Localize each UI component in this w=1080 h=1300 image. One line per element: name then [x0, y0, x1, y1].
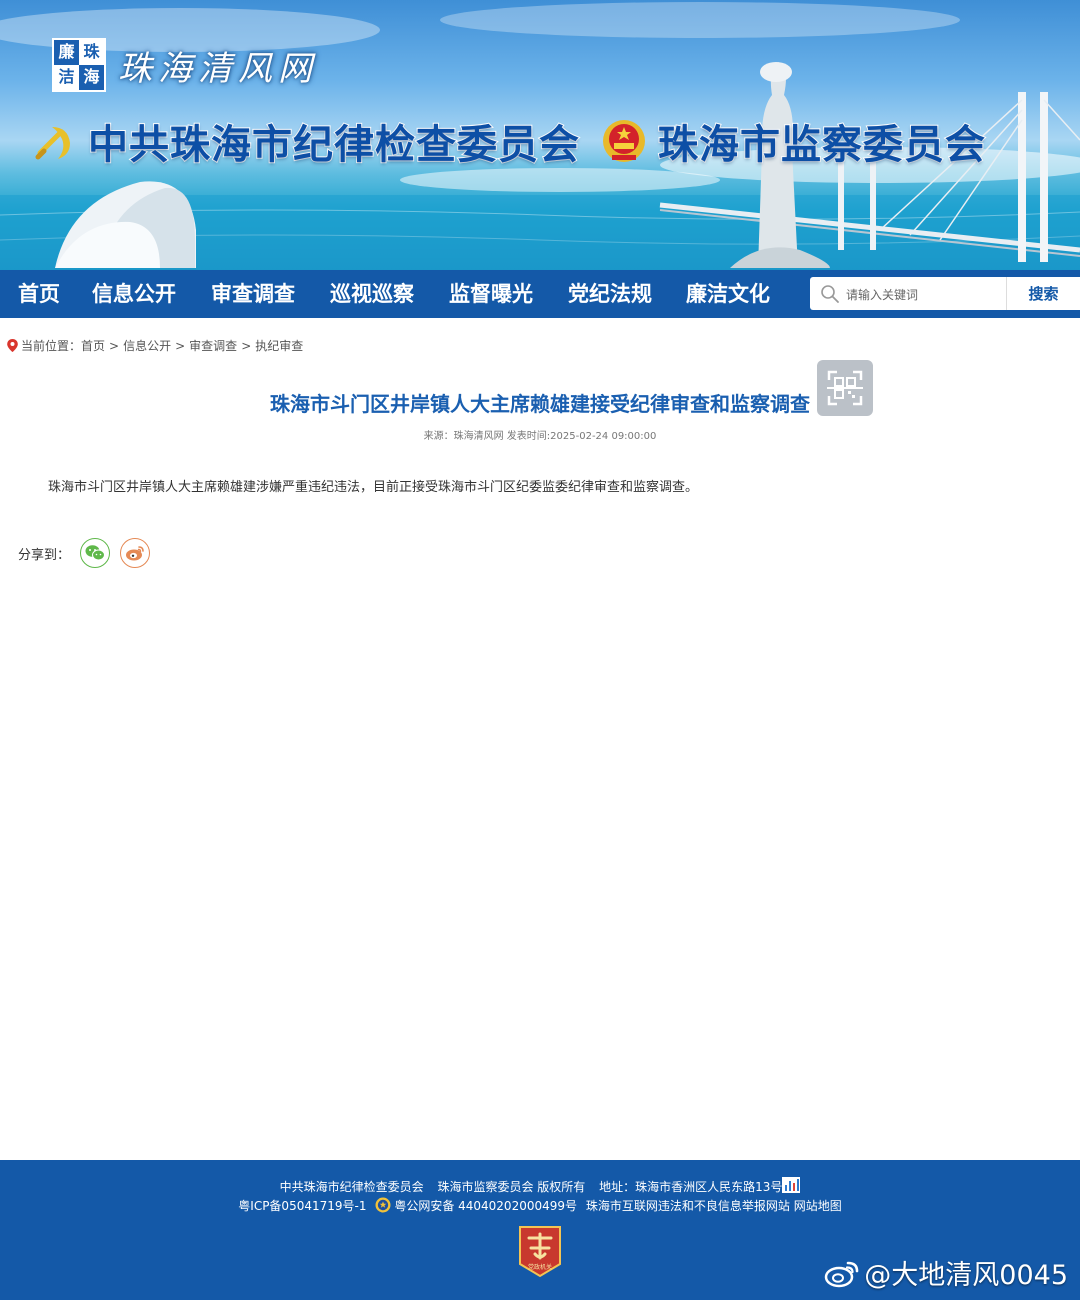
- footer-address-text: 地址：珠海市香洲区人民东路13号: [599, 1180, 783, 1194]
- footer-copyright-line: 中共珠海市纪律检查委员会 珠海市监察委员会 版权所有 地址：珠海市香洲区人民东路…: [0, 1177, 1080, 1195]
- breadcrumb-separator: >: [175, 338, 186, 353]
- footer-address: 地址：珠海市香洲区人民东路13号: [599, 1177, 801, 1194]
- stats-icon[interactable]: [782, 1177, 801, 1193]
- search-icon: [821, 285, 839, 303]
- weibo-icon: [126, 546, 144, 561]
- breadcrumb-home[interactable]: 首页: [81, 337, 105, 354]
- nav-item-inspection[interactable]: 巡视巡察: [330, 270, 414, 318]
- share-weibo-button[interactable]: [120, 538, 151, 568]
- article-title: 珠海市斗门区井岸镇人大主席赖雄建接受纪律审查和监察调查: [270, 392, 810, 416]
- watermark-text: @大地清风0045: [864, 1260, 1068, 1291]
- search-input[interactable]: [844, 277, 1008, 312]
- site-name: 珠海清风网: [118, 48, 318, 89]
- breadcrumb-disciplinary-review[interactable]: 执纪审查: [255, 337, 303, 354]
- org-commission: 中共珠海市纪律检查委员会: [30, 112, 580, 170]
- article-body: 珠海市斗门区井岸镇人大主席赖雄建涉嫌严重违纪违法，目前正接受珠海市斗门区纪委监委…: [48, 480, 699, 495]
- badge-text: 党政机关: [528, 1263, 552, 1271]
- footer-police-link[interactable]: 粤公网安备 44040202000499号: [394, 1199, 577, 1213]
- nav-item-home[interactable]: 首页: [18, 270, 60, 318]
- footer-icp-link[interactable]: 粤ICP备05041719号-1: [238, 1199, 366, 1213]
- share-wechat-button[interactable]: [80, 538, 111, 568]
- logo-badge-char: 海: [83, 67, 100, 86]
- breadcrumb-separator: >: [109, 338, 120, 353]
- footer-registration-line: 粤ICP备05041719号-1 粤公网安备 44040202000499号 珠…: [0, 1197, 1080, 1214]
- national-emblem-icon: [603, 120, 645, 162]
- nav-item-investigation[interactable]: 审查调查: [211, 270, 295, 318]
- breadcrumb-label: 当前位置：: [21, 339, 82, 353]
- party-government-badge-icon[interactable]: 党政机关: [517, 1224, 563, 1278]
- logo-badge: 廉 珠 洁 海: [52, 38, 106, 92]
- org-supervision: 珠海市监察委员会: [600, 112, 986, 170]
- share-bar: 分享到：: [18, 538, 151, 568]
- logo-badge-char: 珠: [79, 40, 104, 65]
- qr-code-icon[interactable]: [817, 360, 873, 416]
- share-label: 分享到：: [18, 547, 71, 563]
- article-meta: 来源：珠海清风网 发表时间:2025-02-24 09:00:00: [423, 431, 657, 442]
- footer-org-commission: 中共珠海市纪律检查委员会: [279, 1180, 424, 1194]
- nav-item-supervision-exposure[interactable]: 监督曝光: [449, 270, 533, 318]
- breadcrumb-info-disclosure[interactable]: 信息公开: [123, 337, 171, 354]
- site-logo[interactable]: 廉 珠 洁 海 珠海清风网: [52, 38, 318, 92]
- org-name-supervision: 珠海市监察委员会: [657, 121, 986, 169]
- footer-police-record: 粤公网安备 44040202000499号: [375, 1197, 577, 1213]
- search-button[interactable]: 搜索: [1006, 277, 1080, 310]
- logo-badge-char: 洁: [54, 65, 79, 90]
- party-emblem-icon: [35, 127, 70, 160]
- weibo-logo-icon: [825, 1261, 859, 1287]
- wechat-icon: [85, 545, 106, 561]
- footer-sitemap-link[interactable]: 网站地图: [794, 1199, 842, 1213]
- logo-badge-char: 廉: [58, 42, 75, 61]
- breadcrumb: 当前位置： 首页 > 信息公开 > 审查调查 > 执纪审查: [6, 337, 303, 354]
- header-banner: 廉 珠 洁 海 珠海清风网 中共珠海市纪律检查委员会 珠海市监察委员会: [0, 0, 1080, 270]
- org-name-commission: 中共珠海市纪律检查委员会: [87, 121, 580, 169]
- location-pin-icon: [7, 339, 18, 352]
- weibo-watermark: @大地清风0045: [824, 1253, 1068, 1292]
- search-box: 搜索: [810, 277, 1080, 312]
- breadcrumb-separator: >: [241, 338, 252, 353]
- nav-item-integrity-culture[interactable]: 廉洁文化: [686, 270, 770, 318]
- breadcrumb-investigation[interactable]: 审查调查: [189, 337, 237, 354]
- footer-org-supervision: 珠海市监察委员会 版权所有: [437, 1180, 586, 1194]
- nav-item-party-regulations[interactable]: 党纪法规: [568, 270, 652, 318]
- nav-item-info-disclosure[interactable]: 信息公开: [92, 270, 176, 318]
- footer-report-site-link[interactable]: 珠海市互联网违法和不良信息举报网站: [586, 1199, 790, 1213]
- police-badge-icon: [375, 1197, 391, 1213]
